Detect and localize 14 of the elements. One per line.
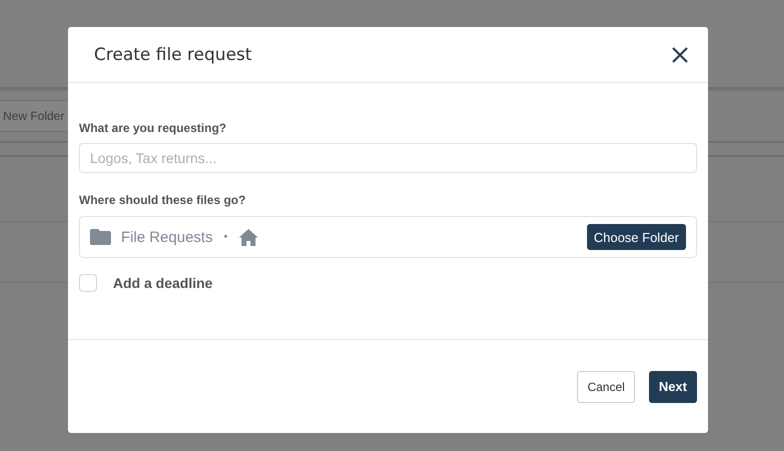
deadline-checkbox[interactable]	[79, 274, 97, 292]
dialog-title: Create file request	[94, 44, 252, 64]
deadline-label: Add a deadline	[113, 275, 213, 291]
folder-icon	[90, 229, 111, 245]
request-input-field[interactable]: Logos, Tax returns...	[79, 143, 697, 173]
field-label: What are you requesting?	[79, 121, 226, 135]
field-label: Where should these files go?	[79, 193, 246, 207]
choose-folder-button[interactable]: Choose Folder	[586, 224, 686, 250]
separator: •	[222, 232, 229, 242]
close-icon[interactable]	[671, 46, 689, 64]
home-icon	[238, 228, 258, 246]
cancel-button[interactable]: Cancel	[577, 370, 635, 402]
folder-name: File Requests	[121, 228, 213, 246]
next-button[interactable]: Next	[648, 370, 697, 402]
